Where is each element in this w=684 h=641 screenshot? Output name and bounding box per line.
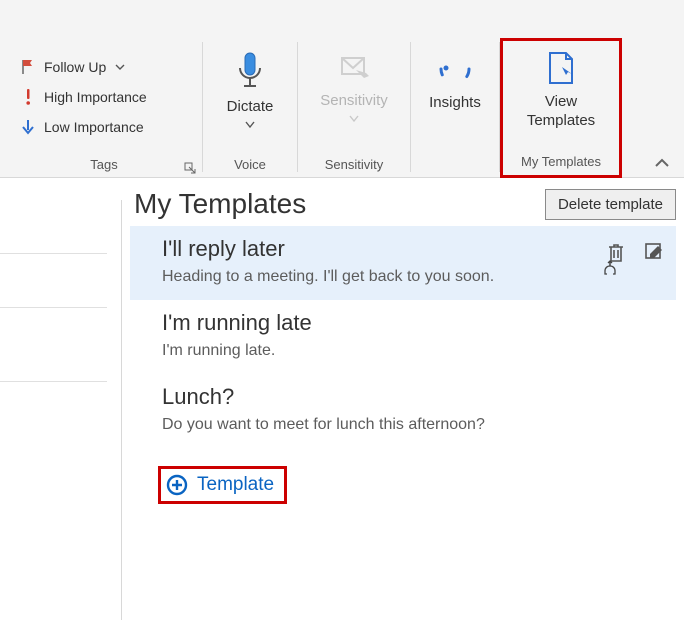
template-title: I'll reply later xyxy=(162,236,662,262)
ribbon: Follow Up High Importance Low Importance… xyxy=(0,0,684,178)
list-item[interactable] xyxy=(0,200,107,254)
high-importance-icon xyxy=(18,88,38,106)
dictate-button[interactable]: Dictate xyxy=(217,46,284,129)
list-item[interactable] xyxy=(0,254,107,308)
template-page-icon xyxy=(544,49,578,87)
insights-label: Insights xyxy=(429,94,481,113)
ribbon-group-voice: Dictate Voice xyxy=(203,42,297,178)
template-item[interactable]: I'm running late I'm running late. xyxy=(130,300,676,374)
sensitivity-group-label: Sensitivity xyxy=(298,157,410,172)
view-templates-button[interactable]: ViewTemplates xyxy=(517,45,605,131)
add-template-label: Template xyxy=(197,474,274,496)
sensitivity-button: Sensitivity xyxy=(310,46,398,123)
trash-icon[interactable] xyxy=(606,242,626,264)
insights-icon xyxy=(436,50,474,88)
collapse-ribbon-button[interactable] xyxy=(654,157,670,169)
sensitivity-icon xyxy=(336,50,372,86)
voice-group-label: Voice xyxy=(203,157,297,172)
add-template-button[interactable]: Template xyxy=(158,466,287,504)
dictate-label: Dictate xyxy=(227,98,274,117)
template-title: Lunch? xyxy=(162,384,662,410)
ribbon-group-sensitivity: Sensitivity Sensitivity xyxy=(298,42,410,178)
ribbon-group-my-templates: ViewTemplates My Templates xyxy=(500,38,622,178)
tags-dialog-launcher[interactable] xyxy=(184,162,196,174)
delete-template-button[interactable]: Delete template xyxy=(545,189,676,220)
my-templates-pane: My Templates Delete template I'll reply … xyxy=(122,178,684,641)
pane-title: My Templates xyxy=(130,188,306,220)
content-area: My Templates Delete template I'll reply … xyxy=(0,178,684,641)
left-column xyxy=(0,200,122,620)
chevron-down-icon xyxy=(110,62,130,72)
low-importance-icon xyxy=(18,118,38,136)
high-importance-label: High Importance xyxy=(44,89,147,105)
tags-group-label: Tags xyxy=(6,157,202,172)
template-item[interactable]: Lunch? Do you want to meet for lunch thi… xyxy=(130,374,676,448)
edit-icon[interactable] xyxy=(644,242,664,264)
chevron-down-icon xyxy=(245,121,255,129)
template-body: Do you want to meet for lunch this after… xyxy=(162,416,662,434)
plus-circle-icon xyxy=(165,473,189,497)
ribbon-group-tags: Follow Up High Importance Low Importance… xyxy=(6,42,202,178)
low-importance-label: Low Importance xyxy=(44,119,144,135)
list-item[interactable] xyxy=(0,308,107,382)
ribbon-group-insights: Insights xyxy=(411,42,499,178)
follow-up-button[interactable]: Follow Up xyxy=(18,52,202,82)
follow-up-label: Follow Up xyxy=(44,59,106,75)
low-importance-button[interactable]: Low Importance xyxy=(18,112,202,142)
template-body: Heading to a meeting. I'll get back to y… xyxy=(162,268,662,286)
template-body: I'm running late. xyxy=(162,342,662,360)
my-templates-group-label: My Templates xyxy=(503,154,619,169)
template-title: I'm running late xyxy=(162,310,662,336)
microphone-icon xyxy=(233,50,267,92)
chevron-down-icon xyxy=(349,115,359,123)
template-item[interactable]: I'll reply later Heading to a meeting. I… xyxy=(130,226,676,300)
insights-button[interactable]: Insights xyxy=(419,46,491,113)
sensitivity-label: Sensitivity xyxy=(320,92,388,111)
high-importance-button[interactable]: High Importance xyxy=(18,82,202,112)
flag-icon xyxy=(18,59,38,75)
view-templates-label: ViewTemplates xyxy=(527,93,595,131)
